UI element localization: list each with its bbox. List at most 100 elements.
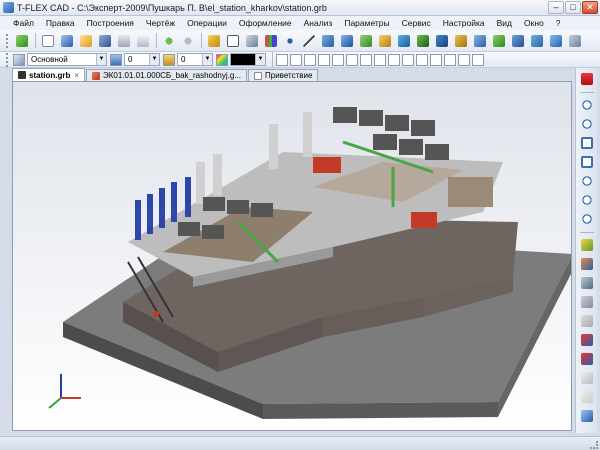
fillet-icon[interactable] bbox=[433, 32, 450, 49]
filter-vertex-icon[interactable] bbox=[458, 53, 470, 66]
filter-point-icon[interactable] bbox=[276, 53, 288, 66]
save-icon[interactable] bbox=[96, 32, 113, 49]
view-cube-icon[interactable] bbox=[579, 408, 595, 424]
fan-unit bbox=[425, 144, 449, 160]
maximize-button[interactable]: □ bbox=[565, 1, 581, 14]
grid-icon[interactable] bbox=[579, 275, 595, 291]
filter-dimension-icon[interactable] bbox=[346, 53, 358, 66]
priority-select[interactable]: 0 ▼ bbox=[177, 53, 213, 66]
menu-file[interactable]: Файл bbox=[8, 18, 39, 28]
menu-operations[interactable]: Операции bbox=[182, 18, 232, 28]
filter-circle-icon[interactable] bbox=[304, 53, 316, 66]
new-doc-icon[interactable] bbox=[39, 32, 56, 49]
fan-unit bbox=[251, 203, 273, 217]
menu-formatting[interactable]: Оформление bbox=[234, 18, 297, 28]
menu-analysis[interactable]: Анализ bbox=[299, 18, 338, 28]
color-select[interactable]: ▼ bbox=[230, 53, 266, 66]
section-icon[interactable] bbox=[528, 32, 545, 49]
menu-edit[interactable]: Правка bbox=[41, 18, 80, 28]
check-icon[interactable] bbox=[579, 332, 595, 348]
shell-icon[interactable] bbox=[471, 32, 488, 49]
undo-icon[interactable] bbox=[160, 32, 177, 49]
spline-icon[interactable] bbox=[319, 32, 336, 49]
layer-select[interactable]: Основной ▼ bbox=[27, 53, 107, 66]
toolbar-grip[interactable] bbox=[6, 33, 9, 48]
render-icon[interactable] bbox=[579, 351, 595, 367]
menu-drawing[interactable]: Чертёж bbox=[141, 18, 180, 28]
measure-icon[interactable] bbox=[566, 32, 583, 49]
loft-icon[interactable] bbox=[376, 32, 393, 49]
minimize-button[interactable]: – bbox=[548, 1, 564, 14]
redo-icon[interactable] bbox=[179, 32, 196, 49]
zoom-out-icon[interactable] bbox=[579, 116, 595, 132]
tab-welcome[interactable]: Приветствие bbox=[248, 69, 319, 81]
3d-viewport[interactable] bbox=[12, 81, 572, 431]
filter-edge-icon[interactable] bbox=[444, 53, 456, 66]
axis-icon[interactable] bbox=[262, 32, 279, 49]
menu-view[interactable]: Вид bbox=[492, 18, 517, 28]
extrude-icon[interactable] bbox=[338, 32, 355, 49]
zoom-prev-icon[interactable] bbox=[579, 192, 595, 208]
pump-marker bbox=[153, 311, 159, 317]
pipe-icon[interactable] bbox=[395, 32, 412, 49]
y-axis bbox=[48, 397, 62, 409]
check-icon[interactable] bbox=[13, 32, 30, 49]
chamfer-icon[interactable] bbox=[452, 32, 469, 49]
filter-3d-icon[interactable] bbox=[388, 53, 400, 66]
model-icon bbox=[92, 71, 101, 80]
toolbar-grip[interactable] bbox=[6, 52, 9, 67]
filter-surface-icon[interactable] bbox=[402, 53, 414, 66]
print-icon[interactable] bbox=[115, 32, 132, 49]
filter-node-icon[interactable] bbox=[318, 53, 330, 66]
boolean-icon[interactable] bbox=[414, 32, 431, 49]
eraser-icon[interactable] bbox=[205, 32, 222, 49]
menu-parameters[interactable]: Параметры bbox=[339, 18, 394, 28]
filter-fragment-icon[interactable] bbox=[374, 53, 386, 66]
level-icon bbox=[110, 53, 122, 66]
close-button[interactable]: ✕ bbox=[582, 1, 598, 14]
cube-icon[interactable] bbox=[58, 32, 75, 49]
open-icon[interactable] bbox=[77, 32, 94, 49]
filter-body-icon[interactable] bbox=[416, 53, 428, 66]
menu-window[interactable]: Окно bbox=[519, 18, 549, 28]
pan-icon[interactable] bbox=[579, 211, 595, 227]
zoom-window-icon[interactable] bbox=[224, 32, 241, 49]
point-icon[interactable] bbox=[281, 32, 298, 49]
tab-bak[interactable]: ЭК01.01.01.000СБ_bak_rashodnyj.g... bbox=[86, 69, 247, 81]
tab-station[interactable]: station.grb × bbox=[12, 68, 86, 81]
surface-icon[interactable] bbox=[547, 32, 564, 49]
menu-service[interactable]: Сервис bbox=[397, 18, 436, 28]
plane-icon[interactable] bbox=[243, 32, 260, 49]
line-icon[interactable] bbox=[300, 32, 317, 49]
filter-all-icon[interactable] bbox=[472, 53, 484, 66]
fan-unit bbox=[178, 222, 200, 236]
toolbar-separator bbox=[579, 232, 594, 233]
blue-duct bbox=[159, 188, 165, 228]
print-preview-icon[interactable] bbox=[134, 32, 151, 49]
magnet-icon[interactable] bbox=[579, 71, 595, 87]
resize-grip[interactable] bbox=[590, 441, 598, 449]
filter-icon[interactable] bbox=[579, 256, 595, 272]
array-icon[interactable] bbox=[490, 32, 507, 49]
snap-icon[interactable] bbox=[579, 294, 595, 310]
filter-hatch-icon[interactable] bbox=[360, 53, 372, 66]
light-icon[interactable] bbox=[579, 370, 595, 386]
zoom-fit-icon[interactable] bbox=[579, 154, 595, 170]
level-select[interactable]: 0 ▼ bbox=[124, 53, 160, 66]
zoom-in-icon[interactable] bbox=[579, 97, 595, 113]
filter-text-icon[interactable] bbox=[332, 53, 344, 66]
zoom-window-icon[interactable] bbox=[579, 173, 595, 189]
zoom-all-icon[interactable] bbox=[579, 135, 595, 151]
menu-help[interactable]: ? bbox=[551, 18, 566, 28]
hide-icon[interactable] bbox=[579, 313, 595, 329]
select-icon[interactable] bbox=[579, 237, 595, 253]
material-icon[interactable] bbox=[579, 389, 595, 405]
menu-construct[interactable]: Построения bbox=[82, 18, 139, 28]
stack bbox=[213, 154, 222, 196]
close-icon[interactable]: × bbox=[74, 71, 79, 80]
mirror-icon[interactable] bbox=[509, 32, 526, 49]
filter-line-icon[interactable] bbox=[290, 53, 302, 66]
menu-settings[interactable]: Настройка bbox=[438, 18, 490, 28]
filter-face-icon[interactable] bbox=[430, 53, 442, 66]
rotate-icon[interactable] bbox=[357, 32, 374, 49]
